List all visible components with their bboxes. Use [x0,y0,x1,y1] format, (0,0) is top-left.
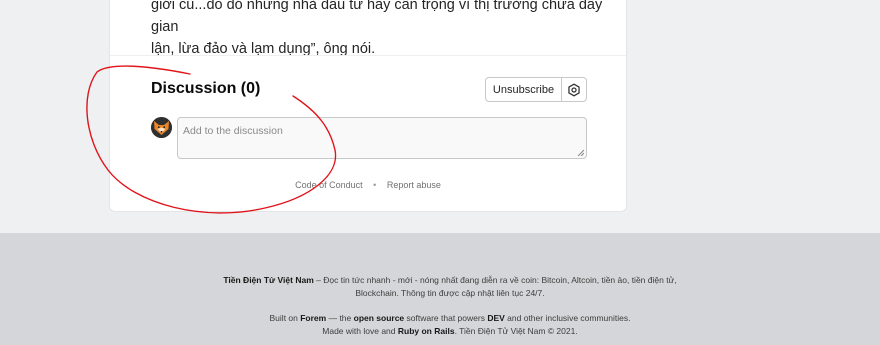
unsubscribe-button[interactable]: Unsubscribe [485,77,562,102]
resize-grip-icon[interactable] [577,149,584,156]
site-footer: Tiền Điện Tử Việt Nam – Đọc tin tức nhan… [0,233,880,345]
comment-input[interactable]: Add to the discussion [177,117,587,159]
card-footer-links: Code of Conduct • Report abuse [110,180,626,190]
footer-description: Tiền Điện Tử Việt Nam – Đọc tin tức nhan… [220,274,680,300]
footer-text: — the [326,313,354,323]
gear-icon [568,83,580,96]
report-abuse-link[interactable]: Report abuse [387,180,441,190]
fox-avatar-icon [151,117,172,138]
discussion-title: Discussion (0) [151,80,261,97]
article-line: lận, lừa đảo và lạm dụng”, ông nói. [151,41,376,57]
footer-made-with: Made with love and [322,326,398,336]
ruby-on-rails-link[interactable]: Ruby on Rails [398,326,455,336]
footer-built-on: Built on [269,313,301,323]
section-divider [110,55,626,56]
subscription-settings-button[interactable] [562,77,587,102]
open-source-link[interactable]: open source [354,313,405,323]
comment-placeholder: Add to the discussion [183,125,283,137]
article-line: giới cũ...do đó những nhà đầu tư hãy cẩn… [151,0,603,35]
avatar[interactable] [151,117,172,138]
article-body-text: giới cũ...do đó những nhà đầu tư hãy cẩn… [151,0,611,60]
footer-description-text: – Đọc tin tức nhanh - mới - nóng nhất đa… [313,275,677,298]
footer-text: and other inclusive communities. [504,313,631,323]
link-separator: • [373,180,377,190]
footer-text: software that powers [404,313,488,323]
footer-credits: Built on Forem — the open source softwar… [220,312,680,338]
footer-site-name[interactable]: Tiền Điện Tử Việt Nam [223,275,313,285]
dev-link[interactable]: DEV [487,313,504,323]
footer-copyright: . Tiền Điện Tử Việt Nam © 2021. [454,326,578,336]
article-card: giới cũ...do đó những nhà đầu tư hãy cẩn… [109,0,627,212]
code-of-conduct-link[interactable]: Code of Conduct [295,180,363,190]
forem-link[interactable]: Forem [300,313,326,323]
